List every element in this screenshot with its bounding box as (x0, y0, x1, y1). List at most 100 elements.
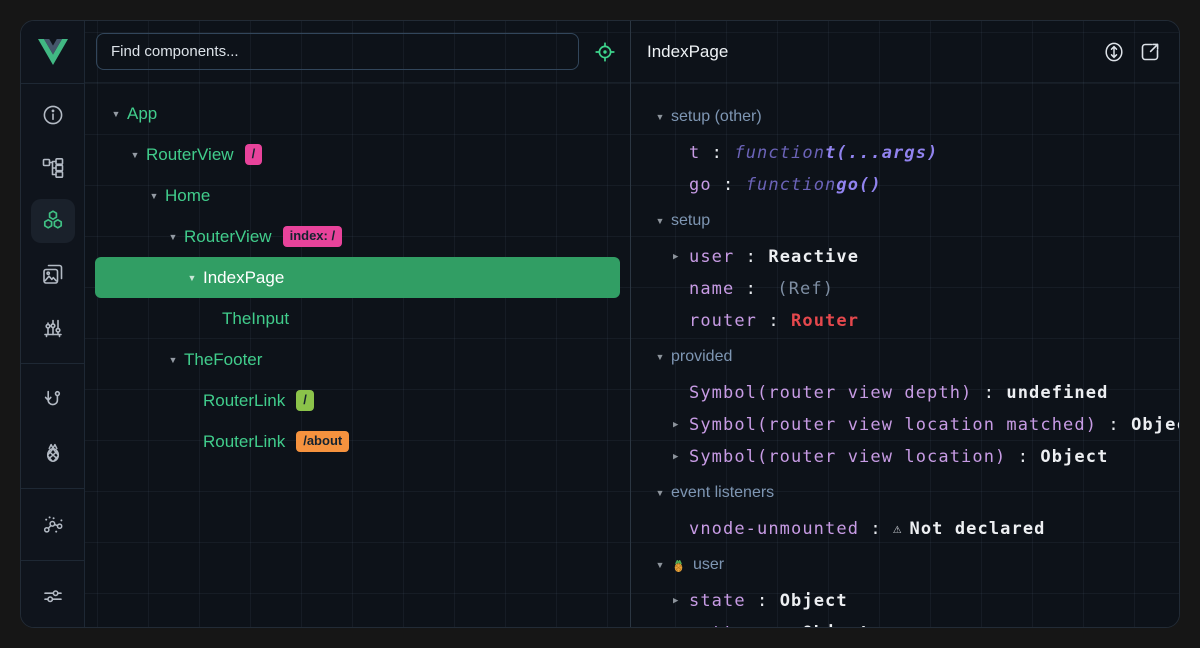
component-name: TheInput (222, 309, 289, 329)
collapse-arrow-icon[interactable]: ▼ (164, 355, 182, 365)
info-icon (41, 103, 65, 127)
state-row[interactable]: ▶user : Reactive (643, 241, 1179, 273)
state-section-header[interactable]: ▼setup (643, 201, 1179, 241)
sidebar-item-assets[interactable] (31, 305, 75, 349)
route-badge: index: / (283, 226, 343, 247)
state-key: state (689, 591, 746, 611)
tree-row[interactable]: ▼IndexPage (95, 257, 620, 298)
tree-row[interactable]: ▼Home (95, 175, 620, 216)
colon: : (972, 383, 1006, 403)
open-in-editor-icon (1138, 40, 1162, 64)
state-row[interactable]: name : (Ref) (643, 273, 1179, 305)
sidebar-item-settings[interactable] (31, 574, 75, 618)
state-value: Reactive (768, 247, 859, 267)
state-value: Object (1040, 447, 1108, 467)
sidebar-item-info[interactable] (31, 93, 75, 137)
state-key: Symbol(router view location matched) (689, 415, 1097, 435)
collapse-arrow-icon[interactable]: ▼ (107, 109, 125, 119)
tree-row[interactable]: ▼RouterView index: / (95, 216, 620, 257)
sidebar-item-hierarchy[interactable] (31, 146, 75, 190)
sidebar-item-graph[interactable] (31, 502, 75, 546)
component-name: RouterView (146, 145, 234, 165)
sidebar-item-pinia[interactable] (31, 430, 75, 474)
collapse-arrow-icon[interactable]: ▼ (145, 191, 163, 201)
tree-row[interactable]: ▼RouterView/ (95, 134, 620, 175)
settings-icon (41, 584, 65, 608)
state-value: go() (836, 175, 881, 195)
state-section-header[interactable]: ▼provided (643, 337, 1179, 377)
tree-row[interactable]: RouterLink / (95, 380, 620, 421)
state-row[interactable]: Symbol(router view depth) : undefined (643, 377, 1179, 409)
state-row[interactable]: ▶Symbol(router view location matched) : … (643, 409, 1179, 441)
colon: : (746, 591, 780, 611)
colon: : (1006, 447, 1040, 467)
sidebar (21, 21, 85, 627)
tree-row[interactable]: ▼TheFooter (95, 339, 620, 380)
sidebar-divider (21, 560, 85, 561)
state-row[interactable]: vnode-unmounted : ⚠Not declared (643, 513, 1179, 545)
state-row[interactable]: t : function t(...args) (643, 137, 1179, 169)
selected-component-title: IndexPage (647, 42, 728, 62)
expand-arrow-icon[interactable]: ▶ (673, 252, 689, 262)
state-row[interactable]: ▶getters : Object (643, 617, 1179, 627)
component-name: RouterLink (203, 432, 285, 452)
state-inspector: ▼setup (other)t : function t(...args)go … (631, 83, 1179, 627)
state-value: Router (791, 311, 859, 331)
component-name: App (127, 104, 157, 124)
select-component-button[interactable] (579, 40, 630, 64)
component-name: RouterLink (203, 391, 285, 411)
search-input[interactable] (96, 33, 579, 70)
vue-logo[interactable] (21, 21, 85, 84)
collapse-arrow-icon[interactable]: ▼ (126, 150, 144, 160)
collapse-arrow-icon: ▼ (651, 112, 669, 122)
component-tree-panel: ▼App▼RouterView/▼Home▼RouterViewindex: /… (85, 21, 631, 627)
colon: : (859, 519, 893, 539)
state-header-icons (1101, 39, 1163, 65)
expand-arrow-icon[interactable]: ▶ (673, 596, 689, 606)
state-header: IndexPage (631, 21, 1179, 83)
expand-arrow-icon[interactable]: ▶ (673, 420, 689, 430)
colon: : (700, 143, 734, 163)
state-section-header[interactable]: ▼event listeners (643, 473, 1179, 513)
tree-row[interactable]: ▼App (95, 93, 620, 134)
vue-logo-icon (38, 39, 68, 65)
sidebar-item-router[interactable] (31, 377, 75, 421)
collapse-arrow-icon[interactable]: ▼ (164, 232, 182, 242)
tree-row[interactable]: RouterLink/about (95, 421, 620, 462)
state-row[interactable]: ▶Symbol(router view location) : Object (643, 441, 1179, 473)
state-value: Not declared (909, 519, 1045, 539)
collapse-arrow-icon: ▼ (651, 560, 669, 570)
state-row[interactable]: ▶state : Object (643, 585, 1179, 617)
scroll-to-component-button[interactable] (1101, 39, 1127, 65)
state-row[interactable]: go : function go() (643, 169, 1179, 201)
open-in-editor-button[interactable] (1137, 39, 1163, 65)
sidebar-item-components[interactable] (31, 199, 75, 243)
tree-row[interactable]: TheInput (95, 298, 620, 339)
state-value: (Ref) (777, 279, 834, 299)
state-section-header[interactable]: ▼user (643, 545, 1179, 585)
state-value: Object (780, 591, 848, 611)
section-label: setup (other) (671, 108, 762, 126)
colon: : (768, 623, 802, 627)
warning-icon: ⚠ (893, 521, 901, 537)
component-name: RouterView (184, 227, 272, 247)
collapse-arrow-icon: ▼ (651, 488, 669, 498)
state-key: go (689, 175, 712, 195)
sidebar-divider (21, 488, 85, 489)
colon: : (1097, 415, 1131, 435)
colon: : (734, 279, 768, 299)
sidebar-divider (21, 363, 85, 364)
router-icon (41, 387, 65, 411)
collapse-arrow-icon: ▼ (651, 352, 669, 362)
route-badge: /about (296, 431, 349, 452)
expand-arrow-icon[interactable]: ▶ (673, 452, 689, 462)
collapse-arrow-icon[interactable]: ▼ (183, 273, 201, 283)
sidebar-item-pages[interactable] (31, 252, 75, 296)
state-section-header[interactable]: ▼setup (other) (643, 97, 1179, 137)
state-value: Object (1131, 415, 1179, 435)
state-value: undefined (1006, 383, 1108, 403)
pinia-icon (41, 440, 65, 464)
state-row[interactable]: router : Router (643, 305, 1179, 337)
state-key: getters (689, 623, 768, 627)
route-badge: / (296, 390, 314, 411)
